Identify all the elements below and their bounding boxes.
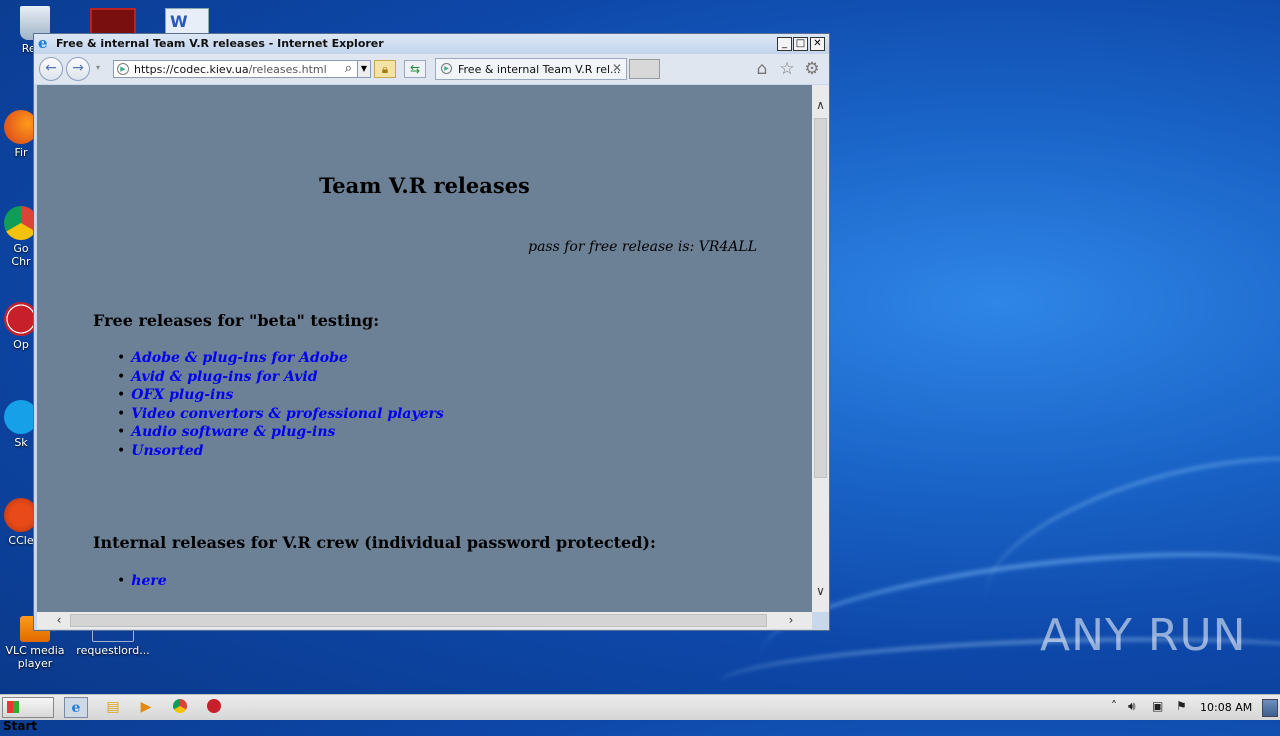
back-icon: ←	[45, 60, 57, 76]
page-heading: Team V.R releases	[319, 173, 530, 198]
list-item: • Adobe & plug-ins for Adobe	[117, 350, 348, 366]
link-adobe[interactable]: Adobe & plug-ins for Adobe	[131, 350, 348, 366]
taskbar-media-player[interactable]: ▶	[134, 697, 158, 718]
scroll-down-icon[interactable]: ∨	[812, 583, 829, 599]
maximize-button[interactable]: □	[793, 37, 808, 51]
desktop-icon-label: Sk	[14, 436, 28, 449]
ie-window: e Free & internal Team V.R releases - In…	[33, 33, 830, 631]
folder-icon: ▤	[106, 699, 120, 715]
address-url[interactable]: https://codec.kiev.ua/releases.html	[134, 63, 327, 76]
list-item: • Unsorted	[117, 442, 204, 459]
vertical-scrollbar[interactable]: ∧ ∨	[812, 85, 829, 612]
desktop-icon-label: VLC media player	[5, 644, 65, 670]
desktop-icon-label: Op	[13, 338, 29, 351]
url-path: /releases.html	[248, 63, 327, 76]
password-note: pass for free release is: VR4ALL	[528, 239, 757, 255]
navigation-bar: ← → ▾ ▶ https://codec.kiev.ua/releases.h…	[34, 54, 829, 84]
horizontal-scrollbar[interactable]: ‹ ›	[37, 612, 812, 629]
show-hidden-icons-icon[interactable]: ˄	[1111, 699, 1117, 713]
refresh-button[interactable]: ⇆	[404, 60, 426, 78]
address-bar[interactable]: ▶ https://codec.kiev.ua/releases.html ⌕	[113, 60, 371, 78]
security-lock-button[interactable]: 🔒︎	[374, 60, 396, 78]
forward-button[interactable]: →	[66, 57, 90, 81]
internet-explorer-icon: e	[71, 700, 81, 716]
minimize-button[interactable]: _	[777, 37, 792, 51]
scroll-left-icon[interactable]: ‹	[51, 612, 67, 629]
system-clock[interactable]: 10:08 AM	[1200, 701, 1252, 714]
desktop-icon-label: CCle	[8, 534, 34, 547]
lock-icon: 🔒︎	[381, 62, 389, 76]
taskbar-explorer[interactable]: ▤	[101, 697, 125, 718]
action-center-flag-icon[interactable]: ⚑	[1176, 699, 1187, 713]
window-title: Free & internal Team V.R releases - Inte…	[56, 37, 384, 50]
free-releases-heading: Free releases for "beta" testing:	[93, 311, 380, 330]
list-item: • OFX plug-ins	[117, 387, 234, 403]
windows-logo-icon	[7, 701, 19, 713]
link-avid[interactable]: Avid & plug-ins for Avid	[131, 369, 317, 385]
list-item: • Video convertors & professional players	[117, 405, 444, 422]
taskbar: Start e ▤ ▶ ˄ 🔊︎ ▣ ⚑ 10:08 AM	[0, 694, 1280, 733]
link-ofx[interactable]: OFX plug-ins	[131, 387, 233, 403]
refresh-icon: ⇆	[409, 62, 421, 76]
back-button[interactable]: ←	[39, 57, 63, 81]
gear-icon[interactable]: ⚙	[802, 59, 822, 79]
page-icon: ▶	[441, 63, 452, 74]
link-video[interactable]: Video convertors & professional players	[131, 406, 444, 422]
browser-tab[interactable]: ▶ Free & internal Team V.R rel... ✕	[435, 58, 627, 80]
list-item: • Avid & plug-ins for Avid	[117, 368, 318, 385]
internal-releases-list: • here	[117, 572, 167, 591]
tab-close-icon[interactable]: ✕	[612, 61, 622, 75]
new-tab-button[interactable]	[629, 59, 660, 79]
taskbar-internet-explorer[interactable]: e	[64, 697, 88, 718]
start-label: Start	[3, 719, 38, 733]
vertical-scroll-thumb[interactable]	[814, 118, 827, 478]
desktop-icon-label: Fir	[14, 146, 28, 159]
show-desktop-button[interactable]	[1262, 699, 1278, 717]
link-here[interactable]: here	[131, 573, 166, 589]
volume-icon[interactable]: 🔊︎	[1128, 699, 1136, 714]
page-icon: ▶	[117, 63, 129, 75]
home-icon[interactable]: ⌂	[752, 59, 772, 79]
free-releases-list: • Adobe & plug-ins for Adobe • Avid & plug…	[117, 349, 444, 460]
scroll-right-icon[interactable]: ›	[783, 612, 799, 629]
desktop-icon-label: requestlord...	[76, 644, 150, 657]
scroll-up-icon[interactable]: ∧	[812, 97, 829, 113]
taskbar-chrome[interactable]	[168, 697, 192, 718]
chrome-icon	[173, 699, 187, 713]
anyrun-watermark: ANY RUN	[1040, 610, 1247, 661]
word-document-icon[interactable]: W	[165, 8, 209, 36]
taskbar-opera[interactable]	[202, 697, 226, 718]
address-dropdown-button[interactable]: ▼	[357, 60, 371, 78]
search-icon[interactable]: ⌕	[345, 61, 352, 76]
horizontal-scroll-thumb[interactable]	[70, 614, 767, 627]
start-button[interactable]: Start	[2, 697, 54, 733]
url-domain: https://codec.kiev.ua	[134, 63, 249, 76]
link-audio[interactable]: Audio software & plug-ins	[131, 424, 335, 440]
internal-releases-heading: Internal releases for V.R crew (individu…	[93, 533, 656, 552]
internet-explorer-icon: e	[38, 34, 48, 52]
star-icon[interactable]: ☆	[777, 59, 797, 79]
page-content: Team V.R releases pass for free release …	[37, 85, 812, 612]
title-bar[interactable]: e Free & internal Team V.R releases - In…	[34, 34, 829, 54]
close-button[interactable]: ✕	[810, 37, 825, 51]
tab-label: Free & internal Team V.R rel...	[458, 63, 621, 76]
forward-icon: →	[72, 60, 84, 76]
desktop-icon-label: Go Chr	[11, 242, 31, 268]
list-item: • Audio software & plug-ins	[117, 424, 336, 440]
media-player-icon: ▶	[140, 699, 152, 715]
link-unsorted[interactable]: Unsorted	[131, 443, 203, 459]
list-item: • here	[117, 573, 167, 589]
opera-icon	[207, 699, 221, 713]
network-icon[interactable]: ▣	[1152, 699, 1163, 713]
history-dropdown-icon[interactable]: ▾	[96, 63, 100, 72]
